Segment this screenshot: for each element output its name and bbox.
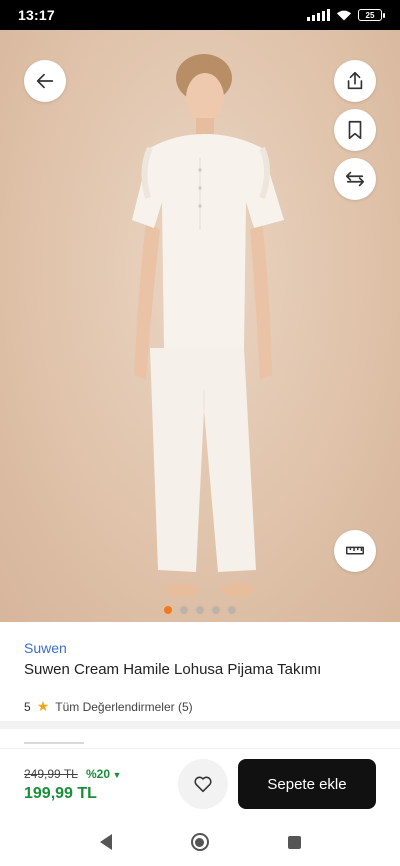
share-icon [347, 71, 363, 90]
status-time: 13:17 [18, 7, 55, 23]
nav-back-icon[interactable] [99, 834, 112, 850]
compare-button[interactable] [334, 158, 376, 200]
image-pager [0, 606, 400, 614]
heart-icon [194, 776, 212, 793]
discount-value: %20 [86, 767, 111, 781]
back-button[interactable] [24, 60, 66, 102]
status-bar: 13:17 25 [0, 0, 400, 30]
purchase-bar: 249,99 TL %20 ▼ 199,99 TL Sepete ekle [0, 748, 400, 818]
favorite-button[interactable] [178, 759, 228, 809]
ruler-icon [346, 546, 364, 555]
pager-dot[interactable] [164, 606, 172, 614]
current-price: 199,99 TL [24, 785, 97, 802]
battery-icon: 25 [358, 9, 385, 21]
bookmark-icon [348, 120, 362, 140]
product-image-gallery[interactable] [0, 30, 400, 622]
add-to-cart-button[interactable]: Sepete ekle [238, 759, 376, 809]
pager-dot[interactable] [196, 606, 204, 614]
product-title: Suwen Cream Hamile Lohusa Pijama Takımı [24, 661, 322, 678]
pager-dot[interactable] [180, 606, 188, 614]
swap-arrows-icon [345, 171, 365, 187]
all-reviews-link[interactable]: Tüm Değerlendirmeler (5) [55, 700, 192, 714]
rating-row[interactable]: 5 ★ Tüm Değerlendirmeler (5) [24, 698, 193, 715]
pager-dot[interactable] [228, 606, 236, 614]
arrow-left-icon [36, 73, 54, 89]
down-arrow-icon: ▼ [110, 770, 122, 780]
system-nav-bar [0, 818, 400, 866]
section-divider [0, 721, 400, 729]
status-icons: 25 [307, 9, 385, 21]
star-icon: ★ [36, 698, 50, 714]
share-button[interactable] [334, 60, 376, 102]
size-guide-button[interactable] [334, 530, 376, 572]
discount-badge: %20 ▼ [86, 767, 121, 781]
nav-recents-icon[interactable] [287, 835, 301, 849]
brand-link[interactable]: Suwen [24, 640, 67, 656]
signal-icon [307, 9, 330, 21]
bookmark-button[interactable] [334, 109, 376, 151]
battery-level: 25 [365, 10, 375, 20]
pager-dot[interactable] [212, 606, 220, 614]
wifi-icon [337, 10, 351, 21]
rating-value: 5 [24, 699, 31, 714]
nav-home-icon[interactable] [190, 833, 209, 851]
old-price: 249,99 TL [24, 767, 78, 781]
